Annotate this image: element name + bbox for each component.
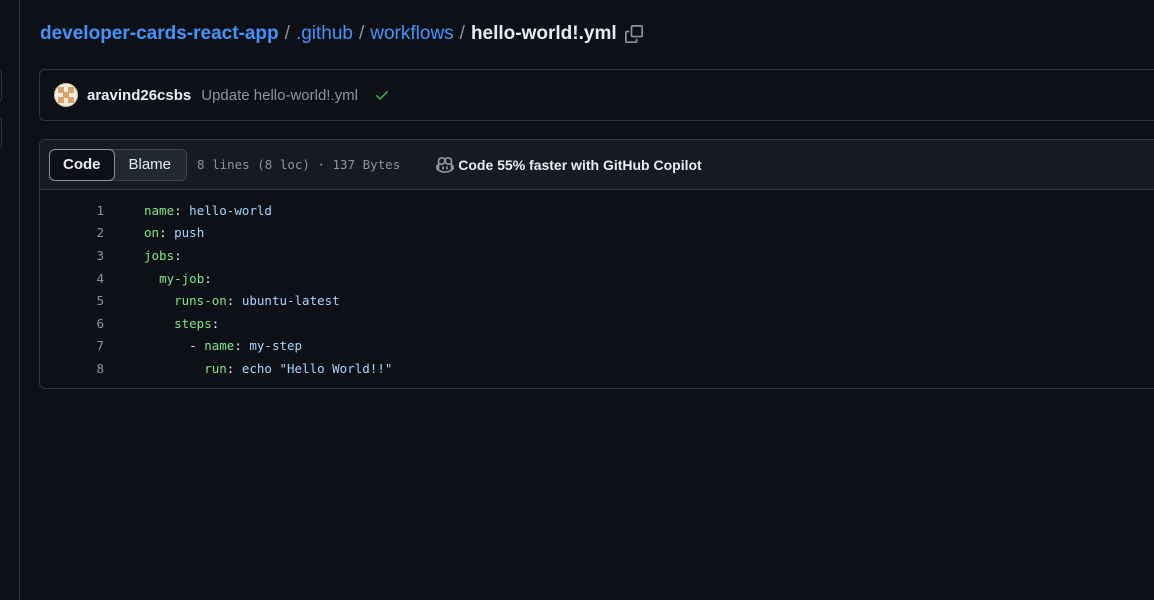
line-number[interactable]: 5 <box>40 293 104 308</box>
code-list-dash: - <box>189 338 205 354</box>
code-line: 1 name: hello-world <box>40 199 1154 222</box>
commit-author[interactable]: aravind26csbs <box>87 87 191 104</box>
sidebar-toggle-tab[interactable] <box>0 117 2 149</box>
line-content: my-job: <box>144 271 212 286</box>
breadcrumb-repo-link[interactable]: developer-cards-react-app <box>40 23 279 45</box>
line-number[interactable]: 8 <box>40 361 104 376</box>
line-content: run: echo "Hello World!!" <box>144 361 392 376</box>
breadcrumb-separator: / <box>459 23 465 44</box>
file-header: Code Blame 8 lines (8 loc) · 137 Bytes C… <box>40 140 1154 190</box>
copy-icon <box>624 25 643 43</box>
view-mode-toggle: Code Blame <box>49 148 188 181</box>
code-line: 4 my-job: <box>40 267 1154 290</box>
line-number[interactable]: 6 <box>40 316 104 331</box>
copilot-icon <box>436 156 455 173</box>
code-line: 3 jobs: <box>40 244 1154 267</box>
yaml-colon: : <box>204 270 212 286</box>
breadcrumb: developer-cards-react-app / .github / wo… <box>40 20 643 48</box>
yaml-key: run <box>204 360 227 376</box>
file-info: 8 lines (8 loc) · 137 Bytes <box>197 157 401 172</box>
yaml-value: echo "Hello World!!" <box>234 360 393 376</box>
code-line: 2 on: push <box>40 222 1154 245</box>
tab-blame[interactable]: Blame <box>114 150 187 180</box>
yaml-value: ubuntu-latest <box>234 293 340 309</box>
line-number[interactable]: 1 <box>40 203 104 218</box>
line-number[interactable]: 3 <box>40 248 104 263</box>
copy-path-button[interactable] <box>624 25 643 43</box>
line-content: name: hello-world <box>144 203 272 218</box>
file-viewer: Code Blame 8 lines (8 loc) · 137 Bytes C… <box>39 139 1154 389</box>
check-icon <box>375 91 388 100</box>
yaml-value: push <box>166 225 205 241</box>
yaml-key: on <box>144 225 160 241</box>
yaml-key: name <box>204 338 235 354</box>
yaml-key: jobs <box>144 247 175 263</box>
code-line: 8 run: echo "Hello World!!" <box>40 357 1154 380</box>
line-content: jobs: <box>144 248 182 263</box>
yaml-colon: : <box>174 247 182 263</box>
yaml-key: my-job <box>159 270 205 286</box>
yaml-key: steps <box>174 315 212 331</box>
code-line: 6 steps: <box>40 312 1154 335</box>
line-content: runs-on: ubuntu-latest <box>144 293 340 308</box>
line-number[interactable]: 7 <box>40 338 104 353</box>
yaml-colon: : <box>159 225 167 241</box>
code-listing: 1 name: hello-world 2 on: push 3 jobs: 4 my-jo… <box>40 190 1154 380</box>
breadcrumb-github-dir-link[interactable]: .github <box>296 23 353 45</box>
commit-message[interactable]: Update hello-world!.yml <box>201 87 358 104</box>
yaml-value: hello-world <box>181 202 272 218</box>
latest-commit-bar: aravind26csbs Update hello-world!.yml <box>39 69 1154 121</box>
code-line: 7 - name: my-step <box>40 335 1154 358</box>
avatar[interactable] <box>54 83 78 107</box>
copilot-promo-link[interactable]: Code 55% faster with GitHub Copilot <box>436 156 702 174</box>
breadcrumb-workflows-dir-link[interactable]: workflows <box>370 23 453 45</box>
line-number[interactable]: 2 <box>40 225 104 240</box>
line-content: on: push <box>144 225 204 240</box>
yaml-key: name <box>144 202 175 218</box>
breadcrumb-current-file: hello-world!.yml <box>470 23 617 44</box>
line-number[interactable]: 4 <box>40 271 104 286</box>
yaml-colon: : <box>174 202 182 218</box>
sidebar-toggle-tab[interactable] <box>0 70 2 102</box>
yaml-value: my-step <box>241 338 303 354</box>
breadcrumb-separator: / <box>358 23 365 44</box>
yaml-colon: : <box>211 315 220 331</box>
line-content: - name: my-step <box>144 338 302 353</box>
breadcrumb-separator: / <box>284 23 290 44</box>
yaml-colon: : <box>234 338 242 354</box>
copilot-promo-text: Code 55% faster with GitHub Copilot <box>458 156 702 173</box>
code-line: 5 runs-on: ubuntu-latest <box>40 289 1154 312</box>
left-sidebar-edge <box>0 0 20 600</box>
tab-code[interactable]: Code <box>49 148 115 181</box>
yaml-key: runs-on <box>174 293 227 309</box>
line-content: steps: <box>144 316 219 331</box>
